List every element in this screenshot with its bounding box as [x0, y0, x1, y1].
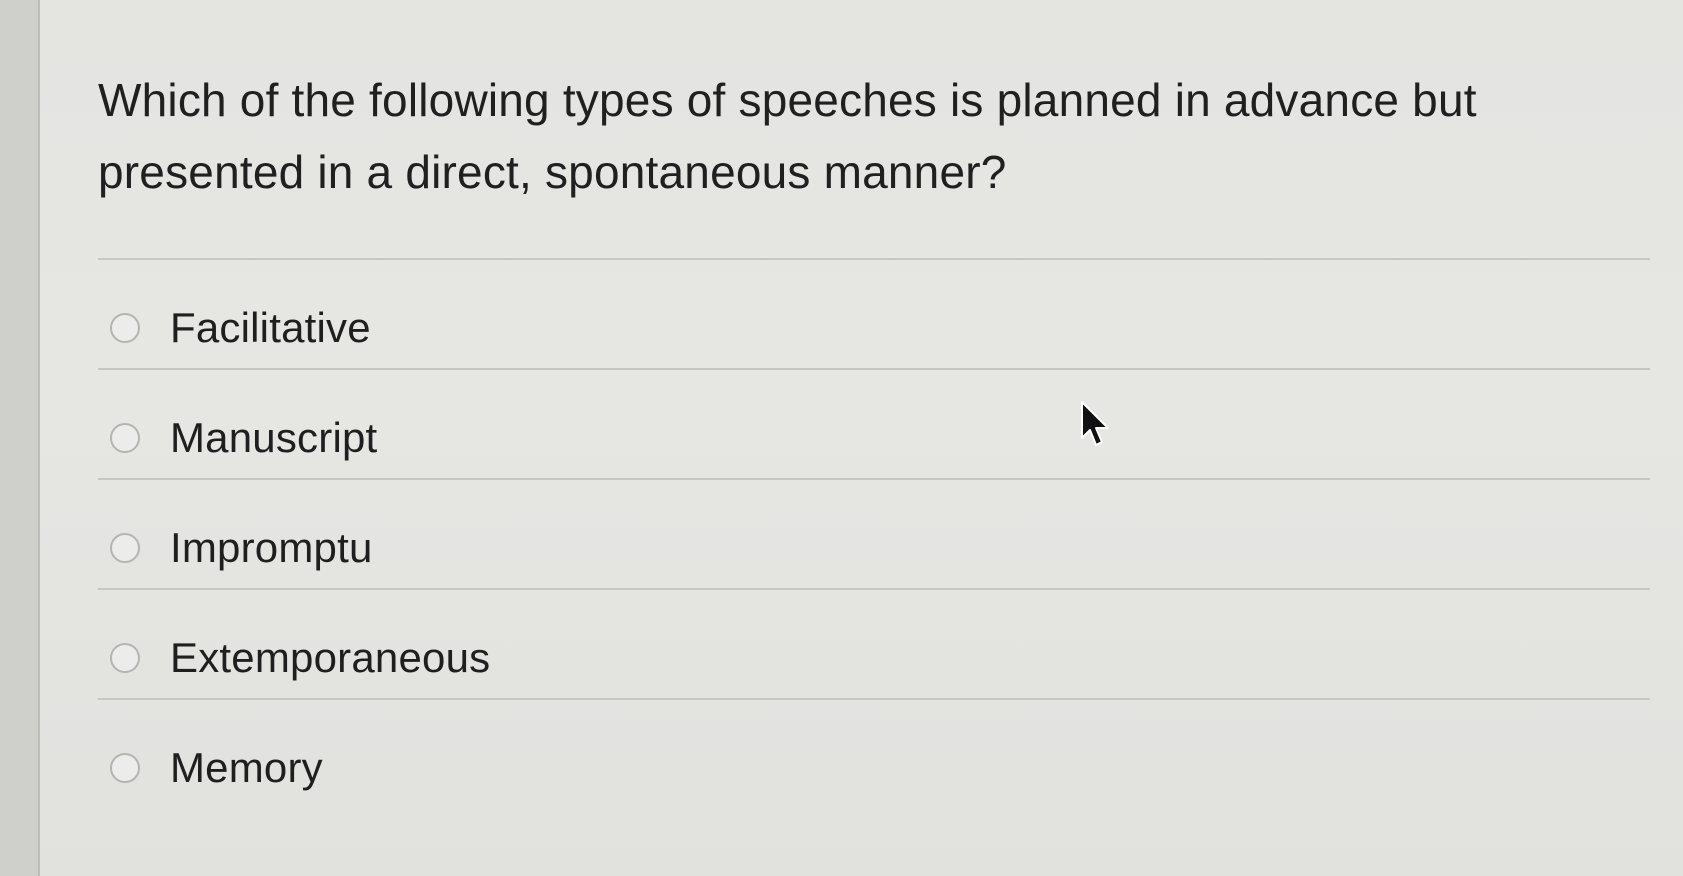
- answer-option-manuscript[interactable]: Manuscript: [110, 408, 377, 468]
- divider: [98, 588, 1650, 590]
- radio-button[interactable]: [110, 423, 140, 453]
- divider: [98, 368, 1650, 370]
- radio-button[interactable]: [110, 753, 140, 783]
- radio-button[interactable]: [110, 533, 140, 563]
- divider: [98, 478, 1650, 480]
- left-panel-edge: [0, 0, 40, 876]
- mouse-pointer-icon: [1081, 401, 1109, 446]
- answer-option-extemporaneous[interactable]: Extemporaneous: [110, 628, 490, 688]
- question-text: Which of the following types of speeches…: [98, 74, 1477, 198]
- option-label: Impromptu: [170, 524, 373, 571]
- option-label: Facilitative: [170, 304, 371, 351]
- option-label: Extemporaneous: [170, 634, 491, 681]
- answer-option-memory[interactable]: Memory: [110, 738, 323, 798]
- divider: [98, 698, 1650, 700]
- option-label: Manuscript: [170, 414, 378, 461]
- divider: [98, 258, 1650, 260]
- radio-button[interactable]: [110, 313, 140, 343]
- radio-button[interactable]: [110, 643, 140, 673]
- answer-option-facilitative[interactable]: Facilitative: [110, 298, 371, 358]
- option-label: Memory: [170, 744, 323, 791]
- answer-option-impromptu[interactable]: Impromptu: [110, 518, 373, 578]
